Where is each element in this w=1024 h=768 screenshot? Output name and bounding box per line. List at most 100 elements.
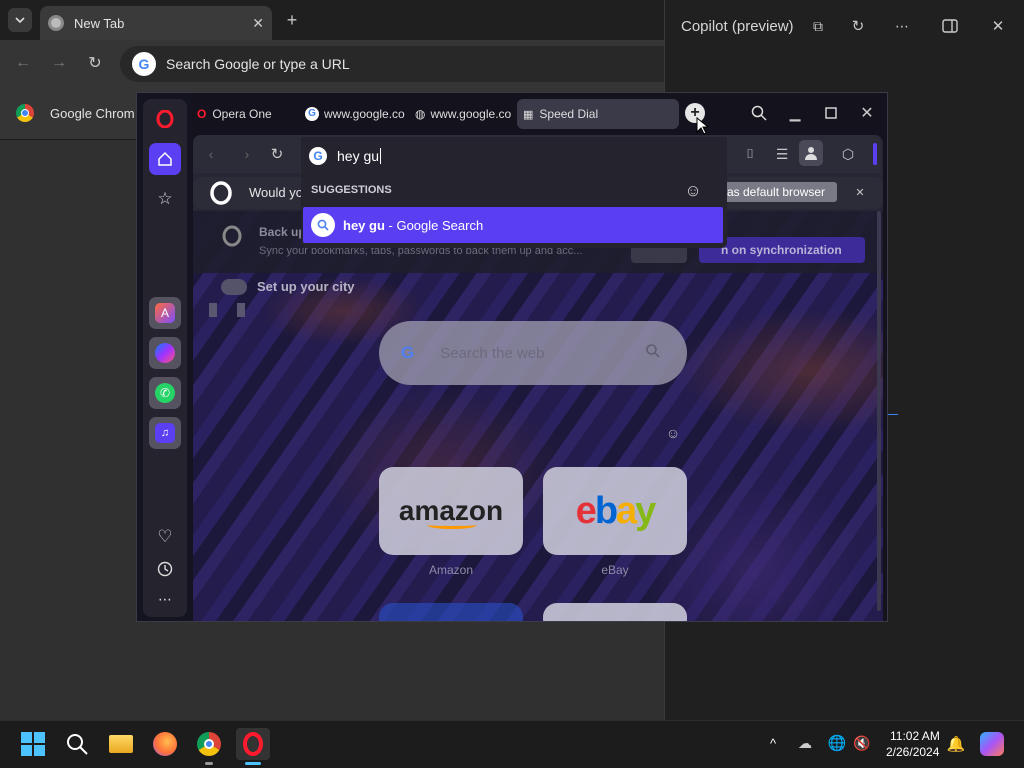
scrollbar[interactable] [877,211,881,611]
tab-google-2[interactable]: ◍ www.google.co [409,99,513,129]
opera-taskbar-icon[interactable] [236,728,270,760]
refresh-icon[interactable]: ↻ [848,16,868,36]
firefox-icon[interactable] [148,728,182,760]
copilot-title: Copilot (preview) [681,18,794,35]
chrome-logo-icon [16,104,34,122]
opera-tab-strip: O Opera One G www.google.co ◍ www.google… [191,93,887,135]
tab-opera-one[interactable]: O Opera One [191,99,299,129]
opera-running-indicator [245,762,261,765]
tab-search-chevron-icon[interactable] [8,8,32,32]
emoji-smile-icon[interactable]: ☺ [665,425,681,441]
reload-icon[interactable]: ↻ [267,144,287,164]
suggestions-header: SUGGESTIONS [311,184,392,196]
volume-muted-icon[interactable]: 🔇 [852,734,872,752]
open-external-icon[interactable]: ⧉ [808,16,828,36]
google-g-icon: G [401,343,415,362]
forward-arrow-icon[interactable]: → [48,52,70,74]
banner-text: Would yo [249,185,303,200]
clock-date[interactable]: 2/26/2024 [886,745,939,759]
search-icon[interactable] [645,343,661,363]
more-options-icon[interactable]: ⋯ [892,16,912,36]
music-player-icon[interactable]: ♫ [149,417,181,449]
home-icon[interactable] [149,143,181,175]
chrome-omnibox[interactable]: G Search Google or type a URL [120,46,664,82]
back-arrow-icon[interactable]: ‹ [201,144,221,164]
notification-bell-icon[interactable]: 🔔 [946,734,966,754]
profile-icon[interactable] [799,140,823,166]
easy-setup-icon[interactable]: ☰ [771,144,793,164]
speed-dial-tile-3[interactable] [379,603,523,621]
sync-title: Back up [259,225,306,239]
close-copilot-icon[interactable]: ✕ [988,16,1008,36]
tab-label: www.google.co [430,107,512,121]
tab-speed-dial[interactable]: ▦ Speed Dial [517,99,679,129]
search-icon[interactable] [60,728,94,760]
chrome-tab-new-tab[interactable]: New Tab ✕ [40,6,272,40]
speed-dial-background: Back up Sync your bookmarks, tabs, passw… [193,211,883,621]
tab-search-icon[interactable] [749,103,769,123]
set-default-button[interactable]: as default browser [721,182,837,202]
speed-dial-grid-icon: ▦ [523,108,534,121]
windows-start-icon[interactable] [16,728,50,760]
search-placeholder: Search the web [440,344,545,362]
opera-logo-icon[interactable] [149,103,181,135]
close-banner-icon[interactable]: ✕ [851,183,869,201]
messenger-icon[interactable] [149,337,181,369]
tab-label: www.google.co [324,107,405,121]
reload-icon[interactable]: ↻ [84,52,106,74]
opera-window: ☆ A ✆ ♫ ♡ ⋯ O Opera One G www.google.co … [136,92,888,622]
history-clock-icon[interactable] [149,553,181,585]
weather-cloud-icon [221,279,247,295]
tab-google-1[interactable]: G www.google.co [299,99,405,129]
address-bar[interactable]: G hey gu [301,137,727,175]
back-arrow-icon[interactable]: ← [12,52,34,74]
onedrive-icon[interactable]: ☁ [794,734,816,752]
weather-placeholder [209,303,249,317]
whatsapp-icon[interactable]: ✆ [149,377,181,409]
close-tab-icon[interactable]: ✕ [252,15,264,32]
aria-icon[interactable]: A [149,297,181,329]
new-tab-plus-icon[interactable]: + [282,8,302,32]
network-globe-icon[interactable]: 🌐 [828,734,847,752]
copilot-taskbar-icon[interactable] [980,732,1004,756]
chrome-taskbar-icon[interactable] [192,728,226,760]
forward-arrow-icon[interactable]: › [237,144,257,164]
city-setup-label[interactable]: Set up your city [257,279,355,294]
suggestions-dropdown: SUGGESTIONS ☺ hey gu - Google Search [301,175,727,248]
chrome-running-indicator [205,762,213,765]
clock-time[interactable]: 11:02 AM [890,729,940,743]
close-window-icon[interactable]: ✕ [857,103,877,123]
speed-dial-tile-4[interactable] [543,603,687,621]
dock-panel-icon[interactable] [940,16,960,36]
google-g-icon: G [132,52,156,76]
bookmarks-star-icon[interactable]: ☆ [149,183,181,215]
maximize-icon[interactable] [821,103,841,123]
tile-label-ebay: eBay [601,563,629,577]
minimize-icon[interactable]: ▁ [785,103,805,123]
chevron-up-icon[interactable]: ^ [764,734,782,752]
text-cursor [380,148,382,164]
pinboard-heart-icon[interactable]: ♡ [149,521,181,553]
chrome-icon [48,15,64,31]
ebay-logo: ebay [575,489,657,532]
extensions-cube-icon[interactable]: ⬡ [837,144,859,164]
suggestion-suffix: - Google Search [384,217,484,233]
suggestion-item[interactable]: hey gu - Google Search [303,207,723,243]
emoji-smile-icon[interactable]: ☺ [683,181,703,201]
snapshot-camera-icon[interactable]: ⌷ [739,144,761,164]
sidebar-more-icon[interactable]: ⋯ [149,583,181,615]
file-explorer-icon[interactable] [104,728,138,760]
amazon-smile-icon [427,521,477,529]
speed-dial-tile-amazon[interactable]: amazon [379,467,523,555]
speed-dial-tile-ebay[interactable]: ebay [543,467,687,555]
bookmark-google-chrome[interactable]: Google Chrom [16,104,135,122]
speed-dial-search-box[interactable]: G Search the web [379,321,687,385]
opera-logo-icon [209,181,233,210]
copilot-divider-mark [888,414,898,415]
tab-label: Opera One [212,107,272,121]
address-input[interactable]: hey gu [337,148,379,164]
tab-title: New Tab [74,15,125,31]
tile-label-amazon: Amazon [428,563,474,577]
bookmark-label: Google Chrom [50,105,135,121]
opera-tab-icon: O [197,107,207,121]
